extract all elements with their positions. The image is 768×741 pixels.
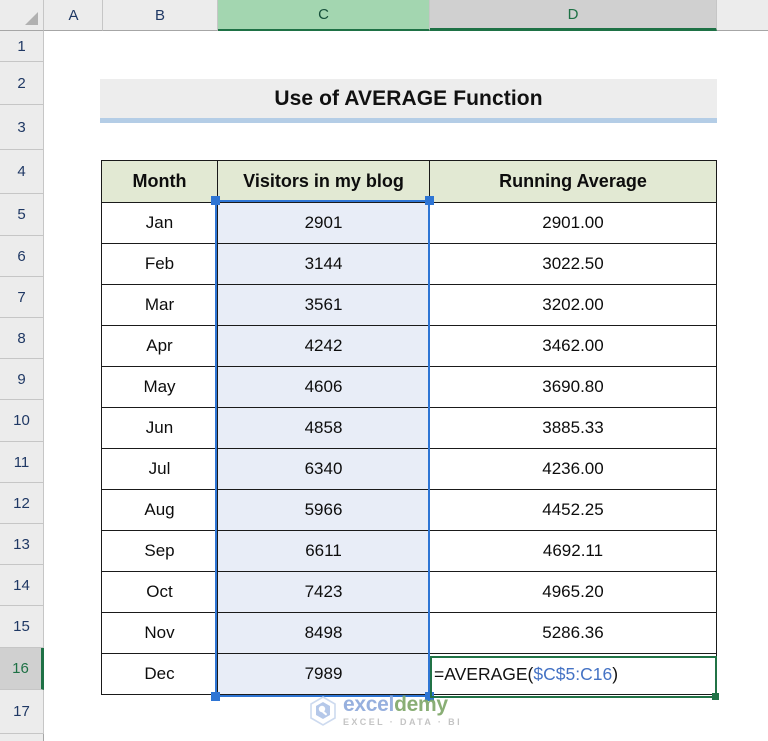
cell-visitors[interactable]: 4242 bbox=[217, 325, 430, 367]
table-row: Jan 2901 2901.00 bbox=[101, 202, 717, 244]
row-header-16[interactable]: 16 bbox=[0, 648, 44, 690]
watermark-brand: exceldemy bbox=[343, 694, 462, 715]
column-header-b[interactable]: B bbox=[103, 0, 218, 31]
row-header-15[interactable]: 15 bbox=[0, 606, 44, 648]
column-header-e[interactable] bbox=[717, 0, 768, 31]
row-header-4[interactable]: 4 bbox=[0, 150, 44, 194]
row-header-7[interactable]: 7 bbox=[0, 277, 44, 318]
watermark-brand-part1: excel bbox=[343, 693, 395, 716]
column-header-d[interactable]: D bbox=[430, 0, 717, 31]
cell-visitors[interactable]: 5966 bbox=[217, 489, 430, 531]
row-header-17[interactable]: 17 bbox=[0, 690, 44, 734]
table-row: Sep 6611 4692.11 bbox=[101, 530, 717, 572]
row-header-12[interactable]: 12 bbox=[0, 483, 44, 524]
cell-visitors[interactable]: 2901 bbox=[217, 202, 430, 244]
cell-month[interactable]: Apr bbox=[101, 325, 218, 367]
cell-average[interactable]: 3885.33 bbox=[429, 407, 717, 449]
table-row: Nov 8498 5286.36 bbox=[101, 612, 717, 654]
row-header-1[interactable]: 1 bbox=[0, 31, 44, 62]
cell-month[interactable]: Aug bbox=[101, 489, 218, 531]
cell-visitors[interactable]: 3144 bbox=[217, 243, 430, 285]
cell-month[interactable]: Mar bbox=[101, 284, 218, 326]
table-row: May 4606 3690.80 bbox=[101, 366, 717, 408]
row-header-11[interactable]: 11 bbox=[0, 442, 44, 483]
cell-formula-active[interactable]: =AVERAGE($C$5:C16) bbox=[429, 653, 717, 695]
column-header-visitors[interactable]: Visitors in my blog bbox=[217, 160, 430, 203]
formula-prefix: =AVERAGE( bbox=[434, 663, 534, 684]
cell-visitors[interactable]: 8498 bbox=[217, 612, 430, 654]
table-header-row: Month Visitors in my blog Running Averag… bbox=[101, 160, 717, 203]
cell-month[interactable]: May bbox=[101, 366, 218, 408]
cell-average[interactable]: 3462.00 bbox=[429, 325, 717, 367]
cell-average[interactable]: 3022.50 bbox=[429, 243, 717, 285]
data-table: Month Visitors in my blog Running Averag… bbox=[101, 160, 717, 695]
watermark-brand-part2: demy bbox=[394, 693, 448, 716]
column-header-average[interactable]: Running Average bbox=[429, 160, 717, 203]
cell-month[interactable]: Dec bbox=[101, 653, 218, 695]
row-header-13[interactable]: 13 bbox=[0, 524, 44, 565]
cell-visitors[interactable]: 6340 bbox=[217, 448, 430, 490]
worksheet-canvas: 1 2 3 4 5 6 7 8 9 10 11 12 13 14 15 16 1… bbox=[0, 0, 768, 741]
row-header-5[interactable]: 5 bbox=[0, 194, 44, 236]
table-row: Jul 6340 4236.00 bbox=[101, 448, 717, 490]
cell-visitors[interactable]: 7989 bbox=[217, 653, 430, 695]
table-row: Mar 3561 3202.00 bbox=[101, 284, 717, 326]
table-row: Jun 4858 3885.33 bbox=[101, 407, 717, 449]
column-header-strip: A B C D bbox=[0, 0, 768, 31]
exceldemy-watermark: exceldemy EXCEL · DATA · BI bbox=[309, 694, 462, 727]
row-header-strip: 1 2 3 4 5 6 7 8 9 10 11 12 13 14 15 16 1… bbox=[0, 31, 44, 741]
table-row: Feb 3144 3022.50 bbox=[101, 243, 717, 285]
cell-month[interactable]: Jun bbox=[101, 407, 218, 449]
page-title: Use of AVERAGE Function bbox=[274, 86, 543, 110]
row-header-9[interactable]: 9 bbox=[0, 359, 44, 400]
cell-average[interactable]: 2901.00 bbox=[429, 202, 717, 244]
table-row: Oct 7423 4965.20 bbox=[101, 571, 717, 613]
table-row: Aug 5966 4452.25 bbox=[101, 489, 717, 531]
cell-average[interactable]: 4692.11 bbox=[429, 530, 717, 572]
cell-visitors[interactable]: 6611 bbox=[217, 530, 430, 572]
select-all-triangle-icon bbox=[25, 12, 38, 25]
row-header-10[interactable]: 10 bbox=[0, 400, 44, 442]
formula-range-reference: $C$5:C16 bbox=[533, 663, 613, 684]
cell-visitors[interactable]: 3561 bbox=[217, 284, 430, 326]
cell-average[interactable]: 4965.20 bbox=[429, 571, 717, 613]
formula-suffix: ) bbox=[612, 663, 619, 684]
table-row: Dec 7989 =AVERAGE($C$5:C16) bbox=[101, 653, 717, 695]
worksheet-title-banner[interactable]: Use of AVERAGE Function bbox=[100, 79, 717, 123]
cell-average[interactable]: 3202.00 bbox=[429, 284, 717, 326]
watermark-tagline: EXCEL · DATA · BI bbox=[343, 717, 462, 727]
cell-average[interactable]: 5286.36 bbox=[429, 612, 717, 654]
cell-visitors[interactable]: 4858 bbox=[217, 407, 430, 449]
row-header-3[interactable]: 3 bbox=[0, 105, 44, 150]
cell-month[interactable]: Nov bbox=[101, 612, 218, 654]
watermark-text-block: exceldemy EXCEL · DATA · BI bbox=[343, 694, 462, 727]
select-all-corner[interactable] bbox=[0, 0, 44, 31]
cell-month[interactable]: Sep bbox=[101, 530, 218, 572]
column-header-c[interactable]: C bbox=[218, 0, 430, 31]
exceldemy-logo-icon bbox=[310, 695, 336, 726]
cell-average[interactable]: 3690.80 bbox=[429, 366, 717, 408]
cell-month[interactable]: Jan bbox=[101, 202, 218, 244]
cell-month[interactable]: Jul bbox=[101, 448, 218, 490]
row-header-8[interactable]: 8 bbox=[0, 318, 44, 359]
row-header-6[interactable]: 6 bbox=[0, 236, 44, 277]
column-header-month[interactable]: Month bbox=[101, 160, 218, 203]
row-header-2[interactable]: 2 bbox=[0, 62, 44, 105]
row-header-14[interactable]: 14 bbox=[0, 565, 44, 606]
cell-average[interactable]: 4236.00 bbox=[429, 448, 717, 490]
cell-visitors[interactable]: 7423 bbox=[217, 571, 430, 613]
cell-visitors[interactable]: 4606 bbox=[217, 366, 430, 408]
column-header-a[interactable]: A bbox=[45, 0, 103, 31]
cell-average[interactable]: 4452.25 bbox=[429, 489, 717, 531]
cell-month[interactable]: Oct bbox=[101, 571, 218, 613]
cell-month[interactable]: Feb bbox=[101, 243, 218, 285]
table-row: Apr 4242 3462.00 bbox=[101, 325, 717, 367]
